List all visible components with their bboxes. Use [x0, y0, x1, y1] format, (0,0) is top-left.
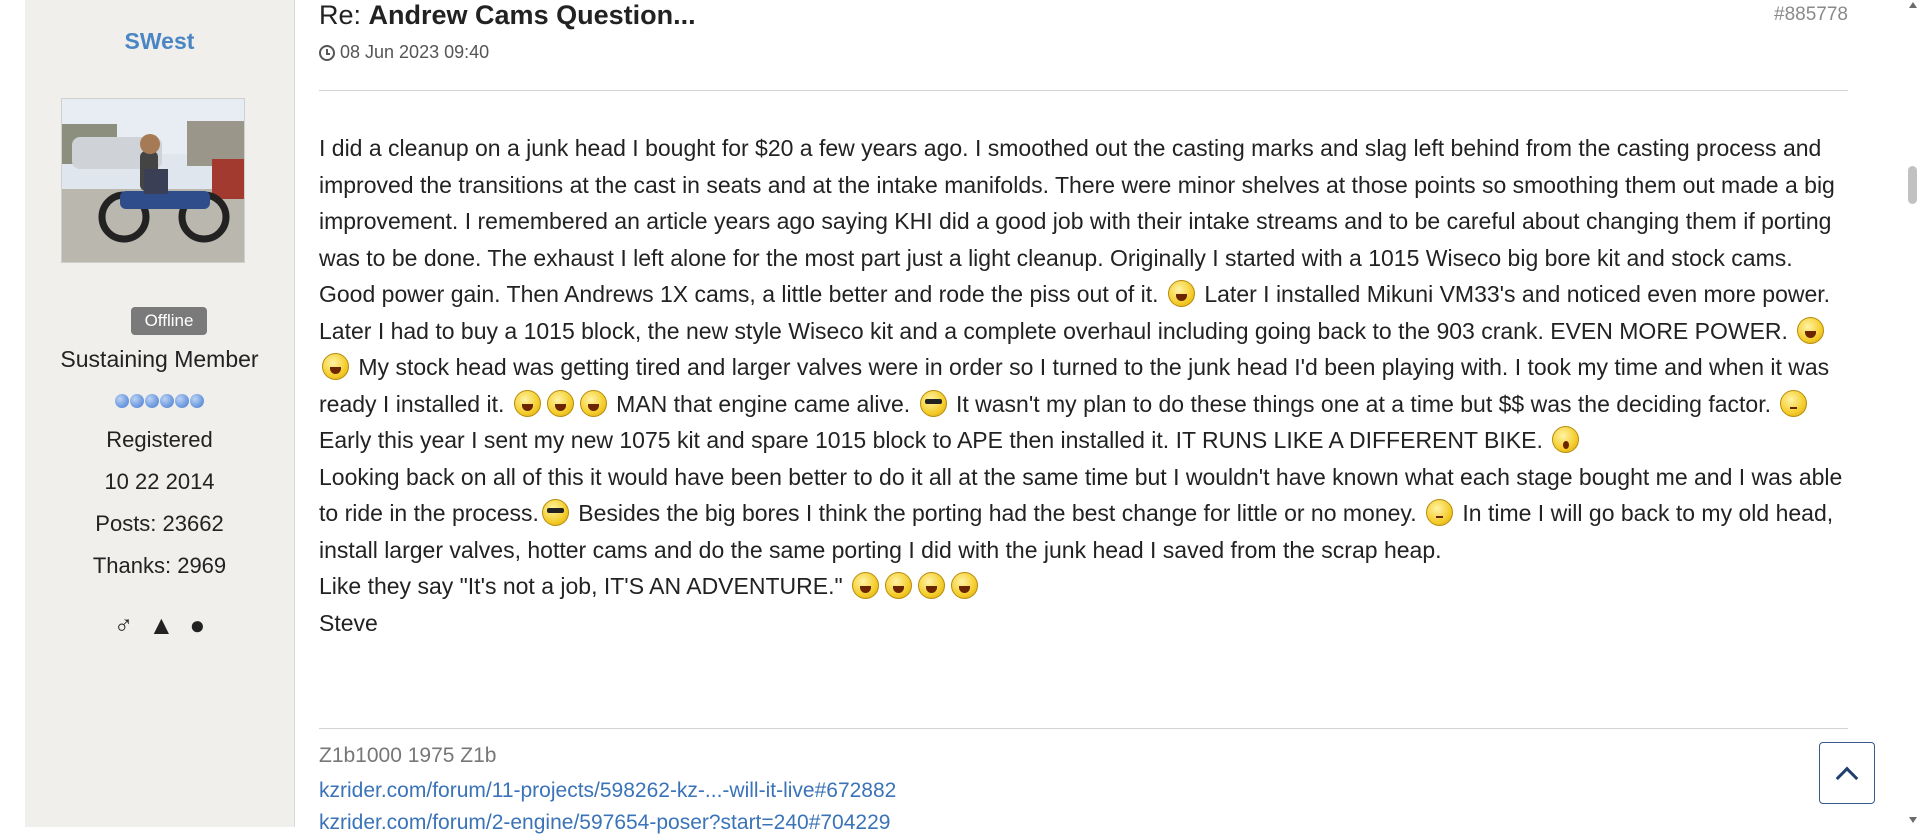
registered-date: 10 22 2014: [104, 469, 215, 494]
post-date: 08 Jun 2023 09:40: [319, 42, 489, 63]
profile-icons: ♂ ▲ ●: [25, 610, 294, 641]
back-to-top-button[interactable]: [1819, 742, 1875, 804]
male-icon[interactable]: ♂: [114, 610, 134, 641]
author-avatar[interactable]: [61, 98, 245, 263]
clock-icon: [319, 45, 335, 61]
rank-dot-icon: [190, 394, 204, 408]
page-left-gutter: [0, 0, 26, 827]
laugh-emoji-icon: [852, 572, 880, 599]
scroll-thumb[interactable]: [1908, 166, 1917, 204]
signature-link[interactable]: kzrider.com/forum/2-engine/597654-poser?…: [319, 811, 890, 835]
rank-dot-icon: [160, 394, 174, 408]
scroll-down-arrow-icon[interactable]: [1909, 817, 1917, 823]
scroll-up-arrow-icon[interactable]: [1909, 2, 1917, 8]
laugh-emoji-icon: [918, 572, 946, 599]
rank-dots: [25, 394, 294, 414]
laugh-emoji-icon: [951, 572, 979, 599]
rank-dot-icon: [175, 394, 189, 408]
laugh-emoji-icon: [1167, 280, 1195, 307]
author-username[interactable]: SWest: [25, 28, 294, 55]
shock-emoji-icon: [1552, 426, 1580, 453]
rank-dot-icon: [130, 394, 144, 408]
post-body: I did a cleanup on a junk head I bought …: [319, 130, 1848, 641]
signature-bike: Z1b1000 1975 Z1b: [319, 744, 497, 767]
laugh-emoji-icon: [579, 389, 607, 417]
author-rank: Sustaining Member: [60, 346, 259, 372]
avatar-image: [62, 99, 244, 262]
post-text: Like they say "It's not a job, IT'S AN A…: [319, 573, 850, 599]
post-title-prefix: Re:: [319, 0, 369, 30]
rank-dot-icon: [115, 394, 129, 408]
post-text: It wasn't my plan to do these things one…: [949, 390, 1778, 417]
post-title: Re: Andrew Cams Question...: [319, 0, 696, 31]
thanks-count: Thanks: 2969: [92, 553, 227, 578]
status-badge: Offline: [131, 307, 207, 335]
post-paragraph: Steve: [319, 605, 1848, 642]
post-title-text: Andrew Cams Question...: [368, 0, 696, 30]
signature-link[interactable]: kzrider.com/forum/11-projects/598262-kz-…: [319, 779, 896, 803]
author-sidebar: SWest Offline Sustaining Member Register…: [25, 0, 295, 827]
post-date-text: 08 Jun 2023 09:40: [340, 42, 490, 62]
registered-label: Registered: [106, 427, 213, 452]
laugh-emoji-icon: [546, 389, 574, 417]
birthday-cake-icon[interactable]: ▲: [149, 610, 175, 641]
laugh-emoji-icon: [322, 353, 349, 380]
header-divider: [319, 90, 1848, 91]
laugh-emoji-icon: [885, 572, 913, 599]
post-paragraph: Like they say "It's not a job, IT'S AN A…: [319, 568, 1848, 605]
post: Re: Andrew Cams Question... #885778 08 J…: [319, 0, 1848, 834]
laugh-emoji-icon: [1797, 316, 1825, 344]
post-permalink[interactable]: #885778: [1774, 4, 1848, 26]
post-text: Early this year I sent my new 1075 kit a…: [319, 427, 1550, 453]
post-count: Posts: 23662: [95, 511, 224, 536]
laugh-emoji-icon: [513, 389, 541, 417]
location-pin-icon[interactable]: ●: [189, 610, 205, 641]
post-paragraph: I did a cleanup on a junk head I bought …: [319, 130, 1848, 459]
roll-emoji-icon: [1780, 389, 1808, 417]
cool-emoji-icon: [919, 389, 947, 417]
post-paragraph: Looking back on all of this it would hav…: [319, 459, 1848, 569]
roll-emoji-icon: [1426, 499, 1453, 526]
rank-dot-icon: [145, 394, 159, 408]
signature-divider: [319, 728, 1848, 729]
post-text: MAN that engine came alive.: [609, 390, 917, 417]
post-text: Besides the big bores I think the portin…: [571, 500, 1423, 526]
cool-emoji-icon: [541, 499, 569, 526]
post-text: Steve: [319, 609, 378, 636]
page-scrollbar[interactable]: [1905, 0, 1920, 827]
